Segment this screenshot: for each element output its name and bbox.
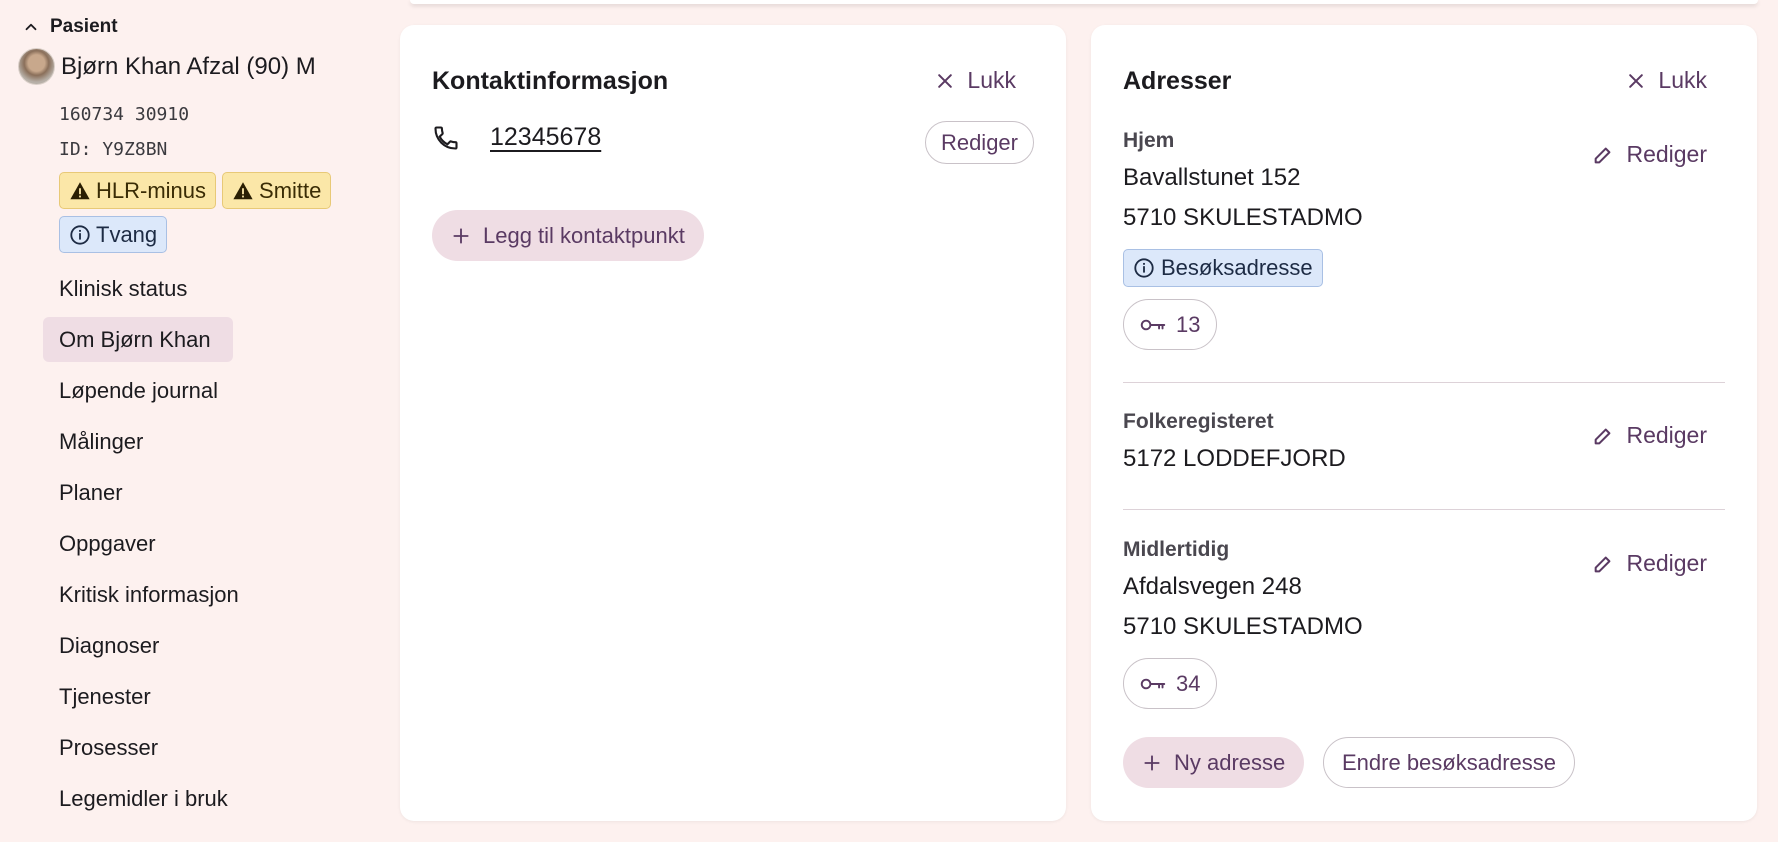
- address-home: Hjem Bavallstunet 152 5710 SKULESTADMO B…: [1123, 129, 1725, 350]
- section-title: Pasient: [50, 16, 118, 37]
- status-badge-hlr[interactable]: HLR-minus: [59, 172, 217, 209]
- nav-item-om-pasient[interactable]: Om Bjørn Khan: [43, 317, 233, 362]
- edit-phone-button[interactable]: Rediger: [924, 121, 1034, 164]
- key-icon: [1140, 319, 1166, 330]
- button-label: Ny adresse: [1174, 749, 1286, 775]
- divider: [1123, 509, 1725, 510]
- nav-item-malinger[interactable]: Målinger: [43, 419, 159, 464]
- edit-address-button[interactable]: Rediger: [1592, 422, 1707, 449]
- contact-info-card: Kontaktinformasjon Lukk 12345678 Rediger…: [400, 25, 1066, 821]
- nav-item-oppgaver[interactable]: Oppgaver: [43, 521, 172, 566]
- button-label: Rediger: [1626, 422, 1707, 448]
- plus-icon: [453, 227, 469, 244]
- nav-item-diagnoser[interactable]: Diagnoser: [43, 623, 175, 668]
- addresses-card: Adresser Lukk Hjem Bavallstunet 152 5710…: [1091, 25, 1757, 821]
- nav-item-planer[interactable]: Planer: [43, 470, 139, 515]
- phone-row: 12345678: [432, 123, 601, 152]
- nav-item-legemidler[interactable]: Legemidler i bruk: [43, 776, 244, 821]
- close-icon: [938, 73, 953, 88]
- button-label: Legg til kontaktpunkt: [483, 222, 685, 248]
- warning-icon: [233, 181, 253, 199]
- phone-number-link[interactable]: 12345678: [490, 123, 601, 152]
- info-icon: [1134, 258, 1154, 278]
- nav-item-lopende-journal[interactable]: Løpende journal: [43, 368, 234, 413]
- badge-label: Smitte: [259, 177, 322, 203]
- divider: [1123, 382, 1725, 383]
- badge-label: HLR-minus: [96, 177, 207, 203]
- edit-address-button[interactable]: Rediger: [1592, 141, 1707, 168]
- avatar: [18, 48, 55, 85]
- plus-icon: [1144, 754, 1160, 771]
- patient-sidebar: Pasient Bjørn Khan Afzal (90) M 160734 3…: [0, 0, 390, 842]
- change-visit-address-button[interactable]: Endre besøksadresse: [1323, 737, 1575, 788]
- button-label: Rediger: [1626, 550, 1707, 576]
- info-icon: [70, 224, 90, 245]
- key-count: 13: [1176, 311, 1201, 337]
- card-title: Kontaktinformasjon: [432, 67, 669, 95]
- nav-item-tjenester[interactable]: Tjenester: [43, 674, 167, 719]
- patient-section-toggle[interactable]: Pasient: [22, 16, 118, 38]
- close-label: Lukk: [967, 67, 1016, 93]
- card-title: Adresser: [1123, 67, 1232, 95]
- visit-address-tag: Besøksadresse: [1123, 249, 1323, 287]
- address-temporary: Midlertidig Afdalsvegen 248 5710 SKULEST…: [1123, 538, 1725, 709]
- badge-label: Tvang: [96, 221, 158, 247]
- edit-address-button[interactable]: Rediger: [1592, 550, 1707, 577]
- address-line: 5710 SKULESTADMO: [1123, 613, 1363, 640]
- add-contact-point-button[interactable]: Legg til kontaktpunkt: [432, 210, 704, 261]
- close-label: Lukk: [1658, 67, 1707, 93]
- close-icon: [1629, 73, 1644, 88]
- pencil-icon: [1595, 147, 1611, 163]
- nav-item-klinisk-status[interactable]: Klinisk status: [43, 266, 203, 311]
- chevron-up-icon: [25, 23, 37, 31]
- status-badge-tvang[interactable]: Tvang: [59, 216, 168, 253]
- key-chip[interactable]: 13: [1123, 299, 1218, 350]
- new-address-button[interactable]: Ny adresse: [1123, 737, 1305, 788]
- pencil-icon: [1595, 556, 1611, 572]
- patient-nav: Klinisk status Om Bjørn Khan Løpende jou…: [43, 266, 343, 827]
- phone-icon: [434, 125, 458, 150]
- nav-item-prosesser[interactable]: Prosesser: [43, 725, 174, 770]
- tag-label: Besøksadresse: [1161, 255, 1313, 280]
- patient-badges: HLR-minus Smitte Tvang: [59, 172, 359, 253]
- address-registry: Folkeregisteret 5172 LODDEFJORD Rediger: [1123, 410, 1725, 474]
- close-button[interactable]: Lukk: [935, 67, 1016, 94]
- pencil-icon: [1595, 428, 1611, 444]
- patient-name: Bjørn Khan Afzal (90) M: [61, 52, 316, 80]
- close-button[interactable]: Lukk: [1626, 67, 1707, 94]
- nav-item-kritisk-informasjon[interactable]: Kritisk informasjon: [43, 572, 255, 617]
- button-label: Rediger: [1626, 141, 1707, 167]
- key-chip[interactable]: 34: [1123, 658, 1218, 709]
- address-line: 5710 SKULESTADMO: [1123, 204, 1363, 231]
- status-badge-smitte[interactable]: Smitte: [222, 172, 332, 209]
- key-count: 34: [1176, 670, 1201, 696]
- patient-header: Bjørn Khan Afzal (90) M: [18, 48, 316, 85]
- patient-id: ID: Y9Z8BN: [59, 139, 168, 160]
- top-panel-edge: [410, 0, 1758, 4]
- patient-ssn: 160734 30910: [59, 104, 190, 125]
- key-icon: [1140, 678, 1166, 689]
- warning-icon: [70, 181, 90, 199]
